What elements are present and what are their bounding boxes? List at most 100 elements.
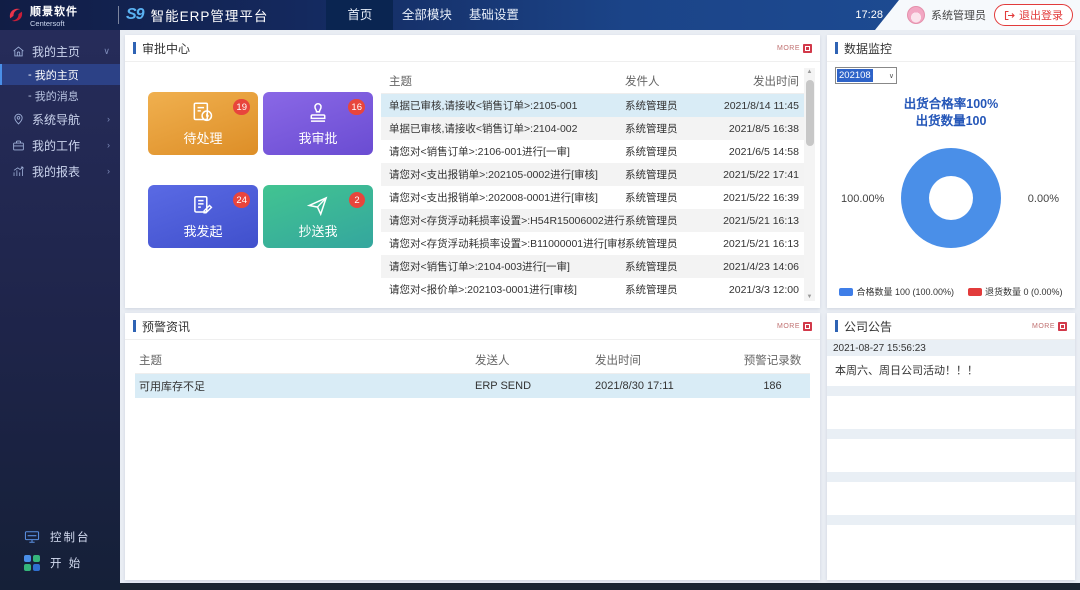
alert-table: 主题 发送人 发出时间 预警记录数 可用库存不足 ERP SEND 2021/8… [135, 346, 810, 398]
title-accent [835, 42, 838, 54]
donut-chart [901, 148, 1001, 248]
table-row[interactable]: 请您对<支出报销单>:202105-0002进行[审核] 系统管理员 2021/… [381, 163, 805, 186]
tile-cc-to-me[interactable]: 2 抄送我 [263, 185, 373, 248]
s9-logo: S9 [126, 6, 144, 24]
brand-logo: 顺景软件 Centersoft [0, 3, 118, 28]
sidebar: 我的主页 ∨ - 我的主页 - 我的消息 系统导航 › [0, 30, 120, 590]
table-row[interactable]: 单据已审核,请接收<销售订单>:2105-001 系统管理员 2021/8/14… [381, 94, 805, 117]
title-accent [133, 42, 136, 54]
avatar[interactable] [907, 6, 925, 24]
title-accent [133, 320, 136, 332]
pending-doc-clock-icon [190, 100, 216, 126]
data-monitor-panel: 数据监控 202108 ∨ 出货合格率100% 出货数量100 100.00% … [827, 35, 1075, 308]
table-row[interactable]: 单据已审核,请接收<销售订单>:2104-002 系统管理员 2021/8/5 … [381, 117, 805, 140]
alert-table-header: 主题 发送人 发出时间 预警记录数 [135, 346, 810, 374]
clock: 17:28 [855, 9, 883, 21]
approval-tiles: 19 待处理 16 我审批 [148, 92, 373, 248]
announcement-timestamp: 2021-08-27 15:56:23 [827, 340, 1075, 356]
user-area: 系统管理员 退出登录 [875, 0, 1080, 30]
centersoft-logo-icon [6, 5, 26, 25]
logout-icon [1004, 10, 1015, 21]
sidebar-item-my-work[interactable]: 我的工作 › [0, 132, 120, 158]
table-scrollbar[interactable]: ▲ ▼ [804, 68, 815, 301]
announcement-empty-row [827, 482, 1075, 515]
stamp-icon [305, 100, 331, 126]
location-pin-icon [12, 113, 25, 126]
alert-more-button[interactable]: MORE [777, 322, 812, 331]
chart-legend: 合格数量 100 (100.00%) 退货数量 0 (0.00%) [827, 285, 1075, 298]
briefcase-icon [12, 139, 25, 152]
scrollbar-thumb[interactable] [806, 80, 814, 146]
alert-news-panel: 预警资讯 MORE 主题 发送人 发出时间 预警记录数 可用库存不足 ERP S… [125, 313, 820, 580]
tab-home[interactable]: 首页 [326, 0, 393, 30]
announcement-empty-row [827, 396, 1075, 429]
legend-item: 合格数量 100 (100.00%) [839, 285, 954, 298]
sidebar-item-system-nav[interactable]: 系统导航 › [0, 106, 120, 132]
announcement-empty-row [827, 386, 1075, 396]
erp-dashboard: 顺景软件 Centersoft S9 智能ERP管理平台 首页 全部模块 基础设… [0, 0, 1080, 590]
announcement-empty-row [827, 515, 1075, 525]
scroll-up-icon[interactable]: ▲ [804, 69, 815, 75]
console-button[interactable]: 控制台 [0, 524, 120, 550]
doc-pen-icon [190, 193, 216, 219]
sidebar-item-my-home-group[interactable]: 我的主页 ∨ [0, 38, 120, 64]
start-grid-icon [24, 555, 40, 571]
home-icon [12, 45, 25, 58]
brand-name: 顺景软件 [30, 3, 78, 19]
announcement-empty-row [827, 429, 1075, 439]
approval-table: 主题 发件人 发出时间 单据已审核,请接收<销售订单>:2105-001 系统管… [381, 68, 805, 301]
table-row[interactable]: 请您对<存货浮动耗损率设置>:H54R15006002进行[审核] 系统管理员 … [381, 209, 805, 232]
donut-right-label: 0.00% [1028, 193, 1059, 205]
sidebar-item-my-home[interactable]: - 我的主页 [0, 64, 120, 85]
table-row[interactable]: 请您对<支出报销单>:202008-0001进行[审核] 系统管理员 2021/… [381, 186, 805, 209]
cc-count-badge: 2 [349, 192, 365, 208]
tile-my-approvals[interactable]: 16 我审批 [263, 92, 373, 155]
announcement-empty-row [827, 439, 1075, 472]
start-button[interactable]: 开 始 [0, 550, 120, 576]
chevron-right-icon: › [107, 140, 110, 150]
legend-item: 退货数量 0 (0.00%) [968, 285, 1063, 298]
bottom-status-bar [120, 583, 1080, 590]
table-row[interactable]: 请您对<存货浮动耗损率设置>:B11000001进行[审核] 系统管理员 202… [381, 232, 805, 255]
pending-count-badge: 19 [233, 99, 250, 115]
panel-title: 审批中心 [142, 40, 190, 57]
donut-hole [929, 176, 973, 220]
tile-initiated-by-me[interactable]: 24 我发起 [148, 185, 258, 248]
approval-more-button[interactable]: MORE [777, 44, 812, 53]
more-icon [803, 322, 812, 331]
chevron-right-icon: › [107, 166, 110, 176]
announcement-text[interactable]: 本周六、周日公司活动！！！ [827, 356, 1075, 386]
legend-swatch [968, 288, 982, 296]
table-row[interactable]: 请您对<销售订单>:2104-003进行[一审] 系统管理员 2021/4/23… [381, 255, 805, 278]
table-row[interactable]: 可用库存不足 ERP SEND 2021/8/30 17:11 186 [135, 374, 810, 398]
donut-left-label: 100.00% [841, 193, 884, 205]
chevron-right-icon: › [107, 114, 110, 124]
announcement-empty-row [827, 525, 1075, 578]
panel-title: 预警资讯 [142, 318, 190, 335]
tile-pending[interactable]: 19 待处理 [148, 92, 258, 155]
bar-chart-icon [12, 165, 25, 178]
tab-basic-settings[interactable]: 基础设置 [460, 0, 527, 30]
logout-button[interactable]: 退出登录 [994, 4, 1073, 26]
table-row[interactable]: 请您对<销售订单>:2106-001进行[一审] 系统管理员 2021/6/5 … [381, 140, 805, 163]
announcements-panel: 公司公告 MORE 2021-08-27 15:56:23 本周六、周日公司活动… [827, 313, 1075, 580]
brand-subname: Centersoft [30, 19, 78, 28]
announcements-more-button[interactable]: MORE [1032, 322, 1067, 331]
approval-table-header: 主题 发件人 发出时间 [381, 68, 805, 94]
period-value: 202108 [837, 69, 873, 82]
divider [118, 6, 119, 24]
period-select[interactable]: 202108 ∨ [835, 67, 897, 84]
more-icon [803, 44, 812, 53]
scroll-down-icon[interactable]: ▼ [804, 294, 815, 300]
initiated-count-badge: 24 [233, 192, 250, 208]
tab-all-modules[interactable]: 全部模块 [393, 0, 460, 30]
sidebar-item-my-reports[interactable]: 我的报表 › [0, 158, 120, 184]
top-nav: 首页 全部模块 基础设置 [326, 0, 527, 30]
select-arrow-icon: ∨ [889, 72, 896, 80]
product-title: 智能ERP管理平台 [151, 5, 269, 25]
legend-swatch [839, 288, 853, 296]
sidebar-item-my-messages[interactable]: - 我的消息 [0, 85, 120, 106]
table-row[interactable]: 请您对<报价单>:202103-0001进行[审核] 系统管理员 2021/3/… [381, 278, 805, 301]
username: 系统管理员 [931, 7, 986, 23]
topbar: 顺景软件 Centersoft S9 智能ERP管理平台 首页 全部模块 基础设… [0, 0, 1080, 30]
